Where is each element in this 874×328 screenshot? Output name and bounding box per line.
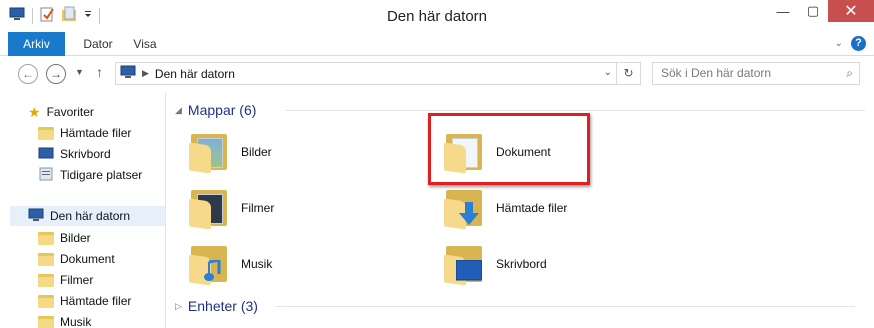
group-divider bbox=[285, 110, 865, 111]
address-row: ← → ▼ ↑ ▶ Den här datorn ⌄ ↻ Sök i Den h… bbox=[0, 56, 874, 92]
expand-ribbon-icon[interactable]: ⌄ bbox=[835, 38, 843, 49]
recent-locations-icon[interactable]: ▼ bbox=[75, 67, 84, 77]
folder-label: Skrivbord bbox=[496, 257, 547, 271]
breadcrumb-separator-icon: ▶ bbox=[142, 68, 149, 78]
nav-this-pc[interactable]: Den här datorn bbox=[10, 206, 165, 226]
nav-item-desktop[interactable]: Skrivbord bbox=[38, 144, 111, 164]
chevron-down-icon[interactable]: ⌄ bbox=[604, 67, 612, 78]
folder-tile[interactable]: Bilder bbox=[167, 126, 397, 178]
close-button[interactable]: ✕ bbox=[828, 0, 874, 22]
minimize-button[interactable]: — bbox=[768, 0, 798, 22]
downloads-folder-icon bbox=[38, 126, 54, 140]
window-title: Den här datorn bbox=[386, 8, 488, 25]
breadcrumb[interactable]: Den här datorn bbox=[155, 67, 235, 81]
nav-item-videos[interactable]: Filmer bbox=[38, 270, 93, 290]
help-icon[interactable]: ? bbox=[851, 36, 866, 51]
downloads-folder-icon bbox=[38, 294, 54, 308]
minimize-icon: — bbox=[776, 3, 790, 19]
folder-label: Hämtade filer bbox=[496, 201, 568, 215]
group-header-devices[interactable]: ▷ Enheter (3) bbox=[175, 296, 855, 316]
back-button[interactable]: ← bbox=[18, 64, 38, 84]
nav-item-label: Filmer bbox=[60, 273, 94, 287]
nav-item-recent-places[interactable]: Tidigare platser bbox=[38, 165, 142, 185]
videos-folder-icon bbox=[38, 273, 54, 287]
maximize-icon: ▢ bbox=[806, 3, 820, 18]
search-input[interactable]: Sök i Den här datorn ⌕ bbox=[652, 62, 860, 85]
nav-this-pc-label: Den här datorn bbox=[50, 209, 131, 223]
nav-item-label: Hämtade filer bbox=[60, 294, 132, 308]
nav-item-downloads[interactable]: Hämtade filer bbox=[38, 291, 131, 311]
folder-tile[interactable]: Filmer bbox=[167, 182, 397, 234]
nav-item-label: Musik bbox=[60, 315, 92, 328]
group-divider bbox=[275, 306, 855, 307]
nav-item-documents[interactable]: Dokument bbox=[38, 249, 115, 269]
nav-item-downloads[interactable]: Hämtade filer bbox=[38, 123, 131, 143]
close-icon: ✕ bbox=[844, 3, 858, 20]
desktop-folder-icon bbox=[442, 242, 486, 286]
nav-item-label: Skrivbord bbox=[60, 147, 111, 161]
computer-icon bbox=[120, 65, 136, 82]
content-pane: ◢ Mappar (6) Bilder Dokument Filmer Hämt… bbox=[167, 92, 874, 328]
window-controls: — ▢ ✕ bbox=[768, 0, 874, 22]
music-folder-icon bbox=[187, 242, 231, 286]
group-title: Enheter (3) bbox=[187, 298, 258, 314]
search-placeholder: Sök i Den här datorn bbox=[661, 66, 772, 80]
maximize-button[interactable]: ▢ bbox=[798, 0, 828, 22]
folder-tile[interactable]: Musik bbox=[167, 238, 397, 290]
desktop-icon bbox=[38, 146, 54, 163]
nav-item-label: Tidigare platser bbox=[60, 168, 143, 182]
ribbon-tabs: Arkiv Dator Visa ⌄ ? bbox=[0, 32, 874, 56]
folder-label: Bilder bbox=[241, 145, 272, 159]
group-header-folders[interactable]: ◢ Mappar (6) bbox=[175, 100, 865, 120]
nav-item-label: Hämtade filer bbox=[60, 126, 132, 140]
group-title: Mappar (6) bbox=[187, 102, 257, 118]
star-icon: ★ bbox=[28, 103, 41, 120]
nav-item-label: Dokument bbox=[60, 252, 115, 266]
downloads-folder-icon bbox=[442, 186, 486, 230]
folder-label: Musik bbox=[241, 257, 273, 271]
highlight-box bbox=[428, 113, 590, 185]
pictures-folder-icon bbox=[38, 231, 54, 245]
forward-button[interactable]: → bbox=[46, 64, 66, 84]
nav-item-music[interactable]: Musik bbox=[38, 312, 91, 328]
music-folder-icon bbox=[38, 315, 54, 328]
navigation-pane: ★ Favoriter Hämtade filer Skrivbord Tidi… bbox=[0, 92, 166, 328]
nav-favorites-label: Favoriter bbox=[46, 105, 94, 119]
videos-folder-icon bbox=[187, 186, 231, 230]
search-icon[interactable]: ⌕ bbox=[846, 63, 853, 84]
nav-favorites[interactable]: ★ Favoriter bbox=[28, 102, 94, 122]
collapse-caret-icon[interactable]: ◢ bbox=[175, 105, 182, 116]
forward-arrow-icon: → bbox=[50, 67, 62, 81]
address-bar[interactable]: ▶ Den här datorn ⌄ ↻ bbox=[115, 62, 641, 85]
title-bar: Den här datorn — ▢ ✕ bbox=[0, 0, 874, 32]
nav-item-label: Bilder bbox=[60, 231, 91, 245]
folder-label: Filmer bbox=[241, 201, 275, 215]
folder-tile[interactable]: Skrivbord bbox=[422, 238, 652, 290]
tab-visa[interactable]: Visa bbox=[128, 32, 162, 56]
tab-dator[interactable]: Dator bbox=[78, 32, 118, 56]
folder-tile[interactable]: Hämtade filer bbox=[422, 182, 652, 234]
recent-places-icon bbox=[38, 167, 54, 184]
ribbon-right-controls: ⌄ ? bbox=[835, 36, 866, 51]
expand-caret-icon[interactable]: ▷ bbox=[175, 301, 182, 312]
computer-icon bbox=[28, 208, 44, 225]
tab-arkiv[interactable]: Arkiv bbox=[8, 32, 65, 56]
pictures-folder-icon bbox=[187, 130, 231, 174]
nav-item-pictures[interactable]: Bilder bbox=[38, 228, 91, 248]
back-arrow-icon: ← bbox=[22, 67, 34, 81]
up-arrow-icon[interactable]: ↑ bbox=[96, 64, 103, 80]
documents-folder-icon bbox=[38, 252, 54, 266]
refresh-icon[interactable]: ↻ bbox=[616, 63, 640, 84]
